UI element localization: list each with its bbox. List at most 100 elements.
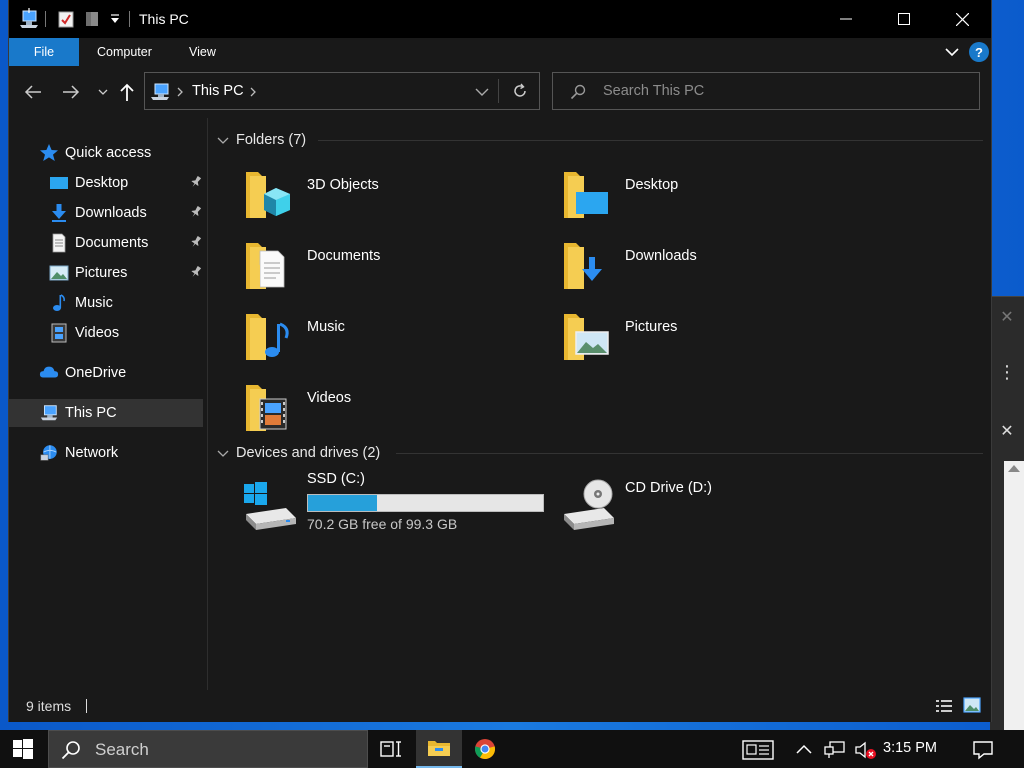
- drives-group-header[interactable]: Devices and drives (2): [216, 441, 380, 465]
- clock[interactable]: 3:15 PM: [883, 740, 937, 756]
- minimize-button[interactable]: [817, 0, 875, 38]
- chevron-right-icon[interactable]: [249, 87, 257, 97]
- folder-music[interactable]: Music: [242, 306, 542, 370]
- show-hidden-icons-icon[interactable]: [796, 743, 812, 755]
- nav-music[interactable]: Music: [9, 289, 203, 317]
- nav-pictures[interactable]: Pictures: [9, 259, 203, 287]
- nav-label: Videos: [75, 325, 120, 341]
- star-icon: [40, 144, 58, 161]
- desktop-icon: [50, 177, 68, 189]
- title-separator: [129, 11, 130, 27]
- close-button[interactable]: [933, 0, 991, 38]
- taskbar-search[interactable]: Search: [48, 730, 368, 768]
- nav-videos[interactable]: Videos: [9, 319, 203, 347]
- windows-drive-icon: [244, 482, 296, 530]
- chrome-taskbar-button[interactable]: [462, 730, 508, 768]
- address-bar[interactable]: This PC: [144, 72, 540, 110]
- refresh-icon[interactable]: [512, 83, 528, 99]
- start-button[interactable]: [0, 730, 46, 768]
- taskbar-search-placeholder: Search: [95, 740, 149, 759]
- this-pc-app-icon[interactable]: [18, 8, 40, 30]
- background-scrollbar[interactable]: [1004, 461, 1024, 731]
- chevron-right-icon[interactable]: [176, 87, 184, 97]
- task-view-icon: [380, 741, 401, 757]
- nav-network[interactable]: Network: [9, 439, 203, 467]
- item-count: 9 items: [26, 698, 72, 714]
- folder-3d-objects[interactable]: 3D Objects: [242, 164, 542, 228]
- ribbon-tabs: File Computer View ?: [9, 38, 991, 66]
- tab-view[interactable]: View: [173, 38, 232, 66]
- folder-downloads[interactable]: Downloads: [560, 235, 860, 299]
- forward-button[interactable]: [59, 80, 83, 104]
- music-icon: [53, 294, 65, 311]
- task-view-button[interactable]: [368, 730, 414, 768]
- customize-toolbar-icon[interactable]: [110, 13, 120, 25]
- nav-label: Music: [75, 295, 113, 311]
- status-separator: [86, 699, 87, 713]
- address-path[interactable]: This PC: [192, 83, 244, 99]
- back-button[interactable]: [21, 80, 45, 104]
- new-folder-icon[interactable]: [84, 10, 100, 28]
- file-explorer-taskbar-button[interactable]: [416, 730, 462, 768]
- drive-d[interactable]: CD Drive (D:): [560, 470, 860, 540]
- nav-desktop[interactable]: Desktop: [9, 169, 203, 197]
- pin-icon[interactable]: [189, 175, 203, 189]
- drive-c[interactable]: SSD (C:) 70.2 GB free of 99.3 GB: [242, 470, 544, 540]
- folder-documents[interactable]: Documents: [242, 235, 542, 299]
- this-pc-icon: [40, 405, 58, 421]
- drive-label: CD Drive (D:): [625, 480, 712, 496]
- nav-downloads[interactable]: Downloads: [9, 199, 203, 227]
- search-icon: [61, 741, 80, 760]
- file-explorer-window: This PC File Computer View ? This PC Sea…: [8, 0, 992, 722]
- status-bar: 9 items: [9, 690, 991, 722]
- folder-label: 3D Objects: [307, 177, 379, 193]
- folder-desktop[interactable]: Desktop: [560, 164, 860, 228]
- pin-icon[interactable]: [189, 235, 203, 249]
- folder-label: Desktop: [625, 177, 679, 193]
- documents-icon: [52, 233, 66, 253]
- folder-pictures[interactable]: Pictures: [560, 306, 860, 370]
- background-window[interactable]: ✕ ⋮ ✕: [990, 296, 1024, 731]
- pin-icon[interactable]: [189, 205, 203, 219]
- expand-ribbon-icon[interactable]: [944, 46, 960, 58]
- cd-drive-icon: [564, 479, 614, 530]
- news-widget-icon[interactable]: [742, 740, 774, 760]
- search-box[interactable]: Search This PC: [552, 72, 980, 110]
- volume-muted-icon[interactable]: [854, 740, 878, 760]
- large-icons-view-icon[interactable]: [963, 697, 981, 713]
- tab-file[interactable]: File: [9, 38, 79, 66]
- nav-label: Pictures: [75, 265, 128, 281]
- background-window-close-icon[interactable]: ✕: [990, 307, 1024, 327]
- details-view-icon[interactable]: [935, 698, 953, 714]
- help-button[interactable]: ?: [969, 42, 989, 62]
- title-bar[interactable]: This PC: [9, 0, 991, 38]
- title-separator: [45, 11, 46, 27]
- up-button[interactable]: [115, 80, 139, 104]
- nav-onedrive[interactable]: OneDrive: [9, 359, 203, 387]
- background-close-icon[interactable]: ✕: [990, 421, 1024, 441]
- nav-documents[interactable]: Documents: [9, 229, 203, 257]
- recent-locations-button[interactable]: [91, 80, 115, 104]
- maximize-button[interactable]: [875, 0, 933, 38]
- this-pc-icon: [151, 83, 169, 100]
- network-status-icon[interactable]: [824, 740, 846, 760]
- folder-videos[interactable]: Videos: [242, 377, 542, 441]
- folder-downloads-icon: [564, 243, 602, 289]
- notifications-icon[interactable]: [972, 740, 994, 760]
- folders-group-header[interactable]: Folders (7): [216, 128, 306, 152]
- windows-logo-icon: [13, 739, 33, 759]
- chevron-down-icon: [217, 137, 229, 144]
- navigation-bar: This PC Search This PC: [9, 66, 991, 118]
- nav-quick-access[interactable]: Quick access: [9, 139, 203, 167]
- back-arrow-icon: [24, 85, 41, 99]
- folder-icon: [428, 741, 450, 756]
- nav-this-pc[interactable]: This PC: [9, 399, 203, 427]
- tab-computer[interactable]: Computer: [81, 38, 168, 66]
- folder-3d-objects-icon: [246, 172, 290, 218]
- taskbar: Search 3:15 PM: [0, 730, 1024, 768]
- address-history-icon[interactable]: [475, 88, 489, 97]
- properties-icon[interactable]: [58, 10, 74, 28]
- more-options-icon[interactable]: ⋮: [990, 363, 1024, 381]
- pin-icon[interactable]: [189, 265, 203, 279]
- pictures-icon: [49, 265, 69, 281]
